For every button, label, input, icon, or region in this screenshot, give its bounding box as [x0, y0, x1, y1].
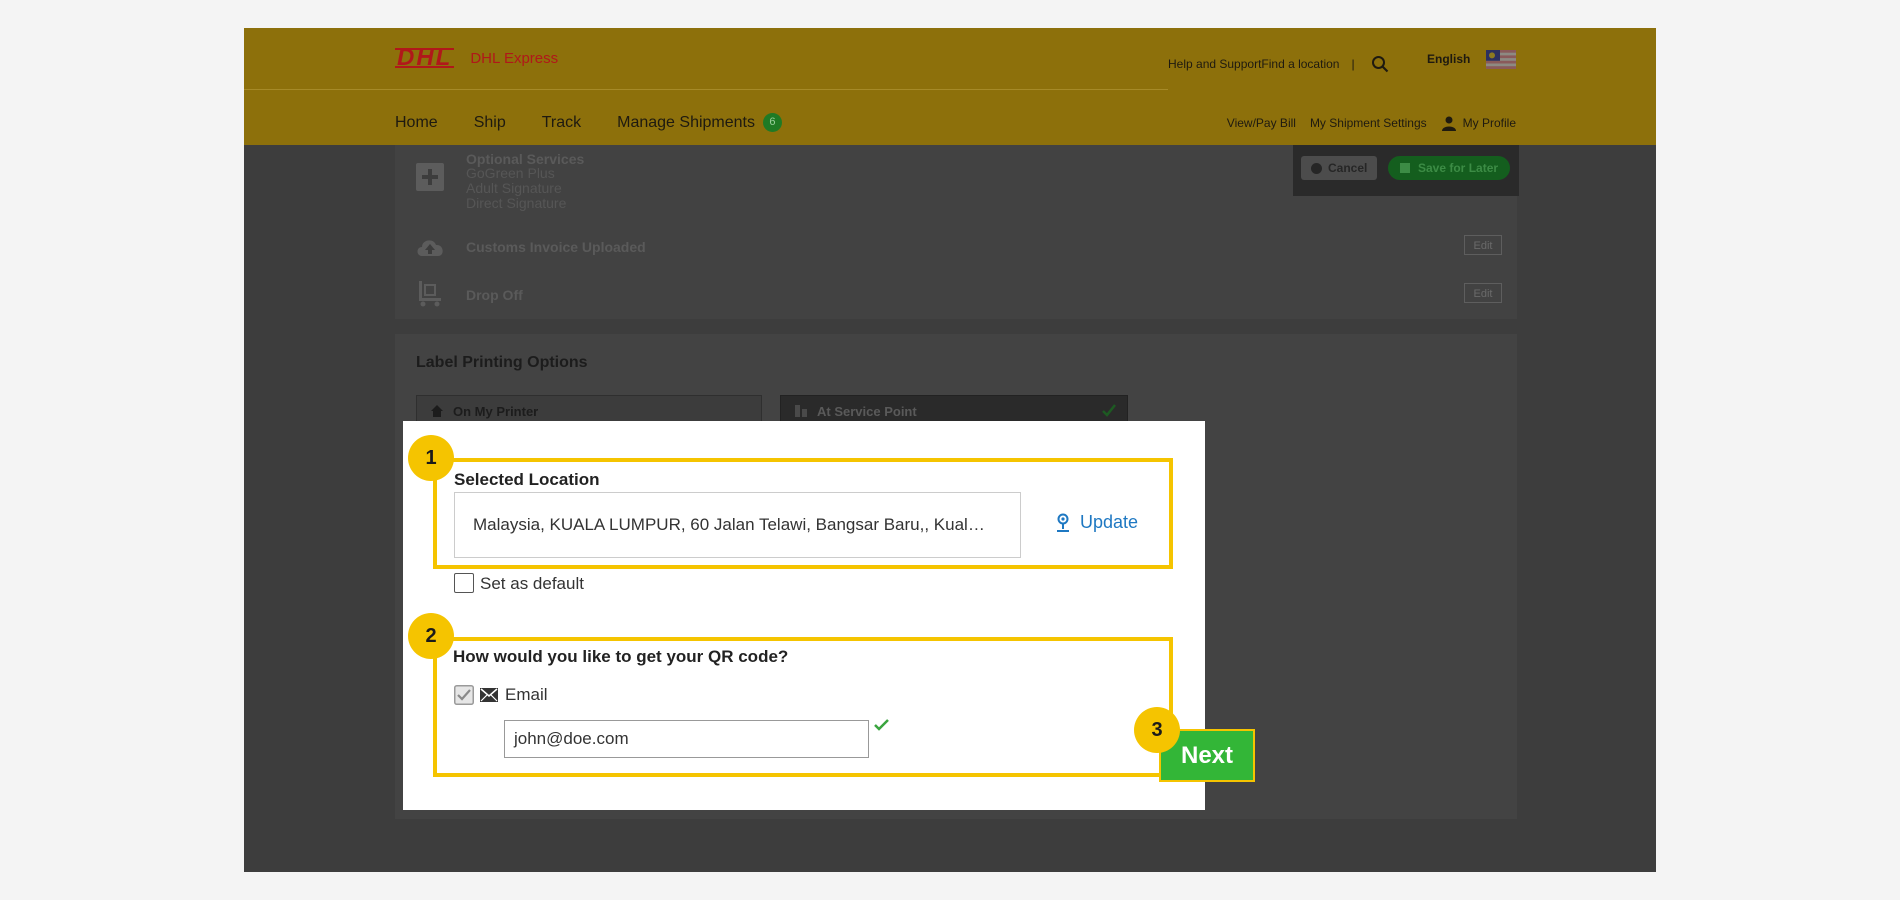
selected-location-field[interactable]: Malaysia, KUALA LUMPUR, 60 Jalan Telawi,…: [454, 492, 1021, 558]
update-location-link[interactable]: Update: [1055, 512, 1138, 533]
dhl-logo-mark: DHL: [395, 44, 455, 71]
floppy-icon: [1400, 163, 1410, 173]
step-badge-3: 3: [1134, 707, 1180, 753]
shipment-settings-link[interactable]: My Shipment Settings: [1310, 116, 1427, 130]
shipments-count-badge: 6: [762, 113, 782, 132]
find-location-link[interactable]: Find a location: [1261, 57, 1339, 71]
optional-service-item: Adult Signature: [466, 180, 562, 196]
help-support-link[interactable]: Help and Support: [1168, 57, 1261, 71]
set-as-default-label: Set as default: [480, 574, 584, 593]
header-divider: [244, 89, 1168, 90]
option-at-service-point-label: At Service Point: [817, 404, 917, 419]
site-header: DHL DHL Express Help and Support Find a …: [244, 28, 1656, 145]
label-printing-title: Label Printing Options: [416, 354, 588, 371]
email-input[interactable]: john@doe.com: [504, 720, 869, 758]
top-links: Help and Support Find a location |: [1168, 55, 1389, 73]
location-pin-icon: [1057, 513, 1069, 532]
language-selector[interactable]: English: [1427, 52, 1470, 66]
search-icon[interactable]: [1371, 55, 1389, 73]
option-on-my-printer-label: On My Printer: [453, 404, 539, 419]
optional-service-item: Direct Signature: [466, 195, 567, 211]
plus-square-icon: [416, 163, 444, 191]
cancel-button[interactable]: Cancel: [1301, 156, 1378, 180]
main-nav: Home Ship Track Manage Shipments 6: [395, 113, 782, 132]
customs-invoice-status: Customs Invoice Uploaded: [466, 239, 646, 255]
selected-location-label: Selected Location: [454, 470, 600, 489]
top-links-separator: |: [1351, 57, 1355, 71]
drop-off-status: Drop Off: [466, 287, 523, 303]
step-badge-2: 2: [408, 613, 454, 659]
view-pay-bill-link[interactable]: View/Pay Bill: [1227, 116, 1296, 130]
edit-customs-invoice-button[interactable]: Edit: [1464, 235, 1502, 255]
optional-service-item: GoGreen Plus: [466, 165, 555, 181]
email-option-label: Email: [505, 685, 548, 704]
qr-code-question: How would you like to get your QR code?: [453, 647, 789, 666]
envelope-icon: [480, 688, 498, 702]
cancel-icon: [1311, 162, 1322, 174]
set-as-default-checkbox[interactable]: [454, 573, 474, 593]
malaysia-flag-icon[interactable]: [1486, 50, 1516, 69]
valid-check-icon: [874, 719, 889, 731]
nav-manage-shipments[interactable]: Manage Shipments: [617, 114, 755, 132]
cancel-label: Cancel: [1328, 161, 1368, 175]
cloud-upload-icon: [417, 240, 443, 256]
account-links: View/Pay Bill My Shipment Settings My Pr…: [1213, 115, 1516, 131]
shipment-actions: Cancel Save for Later: [1293, 145, 1519, 196]
edit-drop-off-button[interactable]: Edit: [1464, 283, 1502, 303]
nav-home[interactable]: Home: [395, 114, 438, 132]
step-badge-1: 1: [408, 435, 454, 481]
service-point-icon: [795, 405, 807, 417]
email-checkbox[interactable]: [454, 685, 474, 705]
home-icon: [431, 405, 443, 417]
service-point-modal: 1 2 Selected Location Malaysia, KUALA LU…: [403, 421, 1205, 810]
user-icon: [1441, 116, 1456, 131]
update-label: Update: [1080, 512, 1139, 532]
selected-check-icon: [1102, 404, 1116, 417]
my-profile-link[interactable]: My Profile: [1463, 116, 1516, 130]
save-for-later-button[interactable]: Save for Later: [1388, 156, 1511, 180]
dhl-logo[interactable]: DHL DHL Express: [395, 44, 559, 71]
dhl-express-text: DHL Express: [470, 49, 559, 67]
dolly-icon: [419, 281, 441, 307]
nav-track[interactable]: Track: [542, 114, 581, 132]
save-label: Save for Later: [1418, 161, 1499, 175]
nav-ship[interactable]: Ship: [474, 114, 506, 132]
